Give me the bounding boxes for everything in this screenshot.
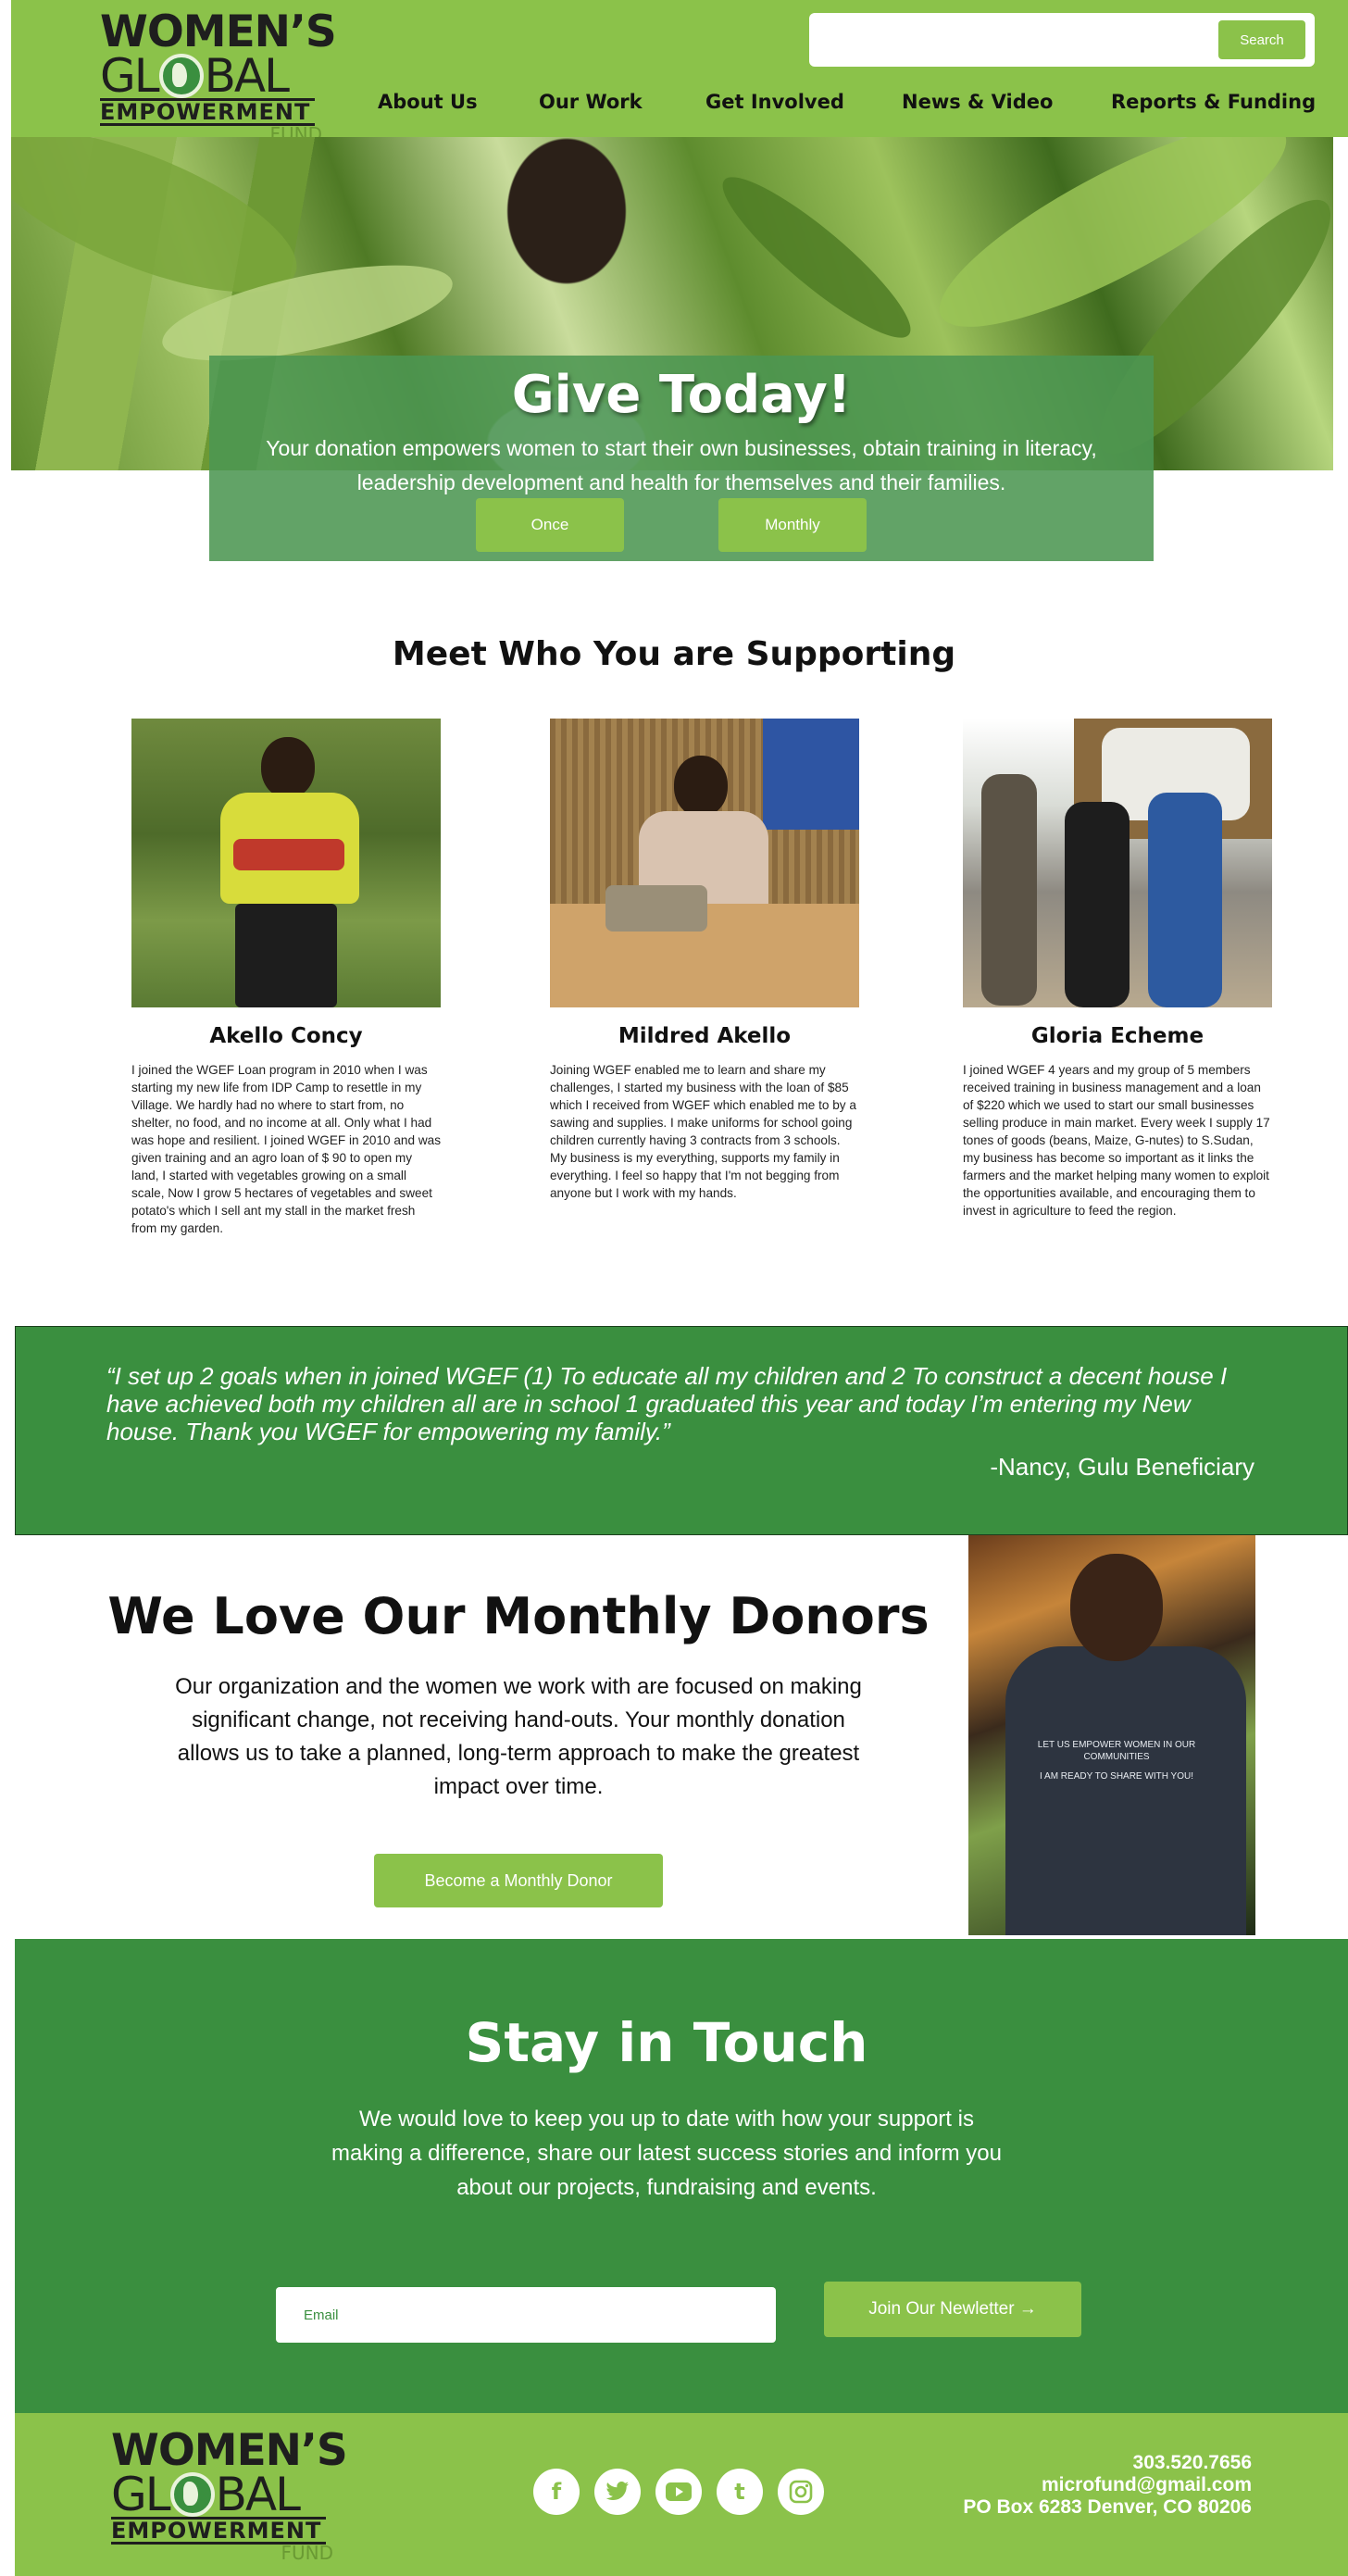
monthly-donors-title: We Love Our Monthly Donors	[107, 1587, 930, 1645]
quote-text: “I set up 2 goals when in joined WGEF (1…	[106, 1362, 1228, 1445]
person-photo	[550, 719, 859, 1007]
person-card: Gloria Echeme I joined WGEF 4 years and …	[963, 719, 1272, 1219]
search-button[interactable]: Search	[1218, 20, 1305, 59]
nav-our-work[interactable]: Our Work	[539, 91, 643, 113]
globe-icon	[169, 2472, 215, 2517]
stay-in-touch-text: We would love to keep you up to date wit…	[331, 2107, 1002, 2200]
instagram-icon[interactable]	[778, 2469, 824, 2515]
logo-line-2-b: BAL	[215, 2468, 301, 2521]
donate-monthly-button[interactable]: Monthly	[718, 498, 867, 552]
site-header: WOMEN’S GL BAL EMPOWERMENT FUND Search Ab…	[11, 0, 1348, 144]
logo-line-1: WOMEN’S	[111, 2425, 348, 2476]
nav-reports-funding[interactable]: Reports & Funding	[1111, 91, 1316, 113]
contact-phone[interactable]: 303.520.7656	[963, 2452, 1252, 2474]
nav-news-video[interactable]: News & Video	[902, 91, 1053, 113]
person-bio: I joined WGEF 4 years and my group of 5 …	[963, 1063, 1270, 1218]
person-bio: Joining WGEF enabled me to learn and sha…	[550, 1063, 856, 1200]
donate-once-button[interactable]: Once	[476, 498, 624, 552]
give-today-text: Your donation empowers women to start th…	[266, 436, 1097, 494]
give-today-title: Give Today!	[511, 365, 852, 425]
head	[1070, 1554, 1163, 1661]
person-photo	[963, 719, 1272, 1007]
facebook-icon[interactable]: f	[533, 2469, 580, 2515]
nav-get-involved[interactable]: Get Involved	[705, 91, 844, 113]
newsletter-email-input[interactable]	[276, 2287, 776, 2343]
contact-info: 303.520.7656 microfund@gmail.com PO Box …	[963, 2452, 1252, 2519]
shirt-text: LET US EMPOWER WOMEN IN OUR COMMUNITIES …	[1033, 1739, 1200, 1782]
person-photo	[131, 719, 441, 1007]
person-name: Gloria Echeme	[1030, 1024, 1204, 1048]
person-name: Mildred Akello	[618, 1024, 792, 1048]
shirt-text-line-2: I AM READY TO SHARE WITH YOU!	[1040, 1771, 1193, 1782]
meet-section-title: Meet Who You are Supporting	[392, 635, 956, 673]
join-newsletter-button[interactable]: Join Our Newletter →	[824, 2282, 1081, 2337]
logo-line-1: WOMEN’S	[100, 6, 337, 57]
logo-line-2-a: GL	[111, 2468, 171, 2521]
become-monthly-donor-button[interactable]: Become a Monthly Donor	[374, 1854, 663, 1907]
person-name: Akello Concy	[209, 1024, 363, 1048]
tumblr-icon[interactable]: t	[717, 2469, 763, 2515]
give-today-panel: Give Today! Your donation empowers women…	[209, 356, 1154, 561]
logo-line-4: FUND	[281, 2542, 333, 2564]
youtube-icon[interactable]	[655, 2469, 702, 2515]
social-links: f t	[533, 2469, 824, 2519]
person-card: Akello Concy I joined the WGEF Loan prog…	[131, 719, 441, 1237]
shirt-text-line-1: LET US EMPOWER WOMEN IN OUR COMMUNITIES	[1037, 1740, 1196, 1762]
person-bio: I joined the WGEF Loan program in 2010 w…	[131, 1063, 441, 1235]
logo-line-3: EMPOWERMENT	[111, 2517, 326, 2545]
search-input[interactable]	[820, 20, 1200, 59]
contact-address: PO Box 6283 Denver, CO 80206	[963, 2496, 1252, 2518]
twitter-icon[interactable]	[594, 2469, 641, 2515]
contact-email[interactable]: microfund@gmail.com	[963, 2474, 1252, 2496]
main-nav: About Us Our Work Get Involved News & Vi…	[11, 91, 1348, 124]
stay-in-touch-title: Stay in Touch	[465, 2011, 868, 2074]
nav-about-us[interactable]: About Us	[378, 91, 478, 113]
search-bar: Search	[809, 13, 1315, 67]
stay-in-touch-section: Stay in Touch We would love to keep you …	[15, 1939, 1348, 2413]
monthly-donors-text: Our organization and the women we work w…	[175, 1674, 862, 1799]
site-footer: WOMEN’S GL BAL EMPOWERMENT FUND f t 303.5…	[15, 2413, 1348, 2576]
logo-line-2: GL BAL	[111, 2468, 343, 2521]
donor-photo: LET US EMPOWER WOMEN IN OUR COMMUNITIES …	[968, 1535, 1255, 1935]
testimonial-quote: “I set up 2 goals when in joined WGEF (1…	[15, 1326, 1348, 1535]
person-card: Mildred Akello Joining WGEF enabled me t…	[550, 719, 859, 1202]
footer-logo[interactable]: WOMEN’S GL BAL EMPOWERMENT FUND	[111, 2425, 348, 2562]
shirt	[1005, 1646, 1246, 1935]
quote-attribution: -Nancy, Gulu Beneficiary	[990, 1453, 1254, 1481]
